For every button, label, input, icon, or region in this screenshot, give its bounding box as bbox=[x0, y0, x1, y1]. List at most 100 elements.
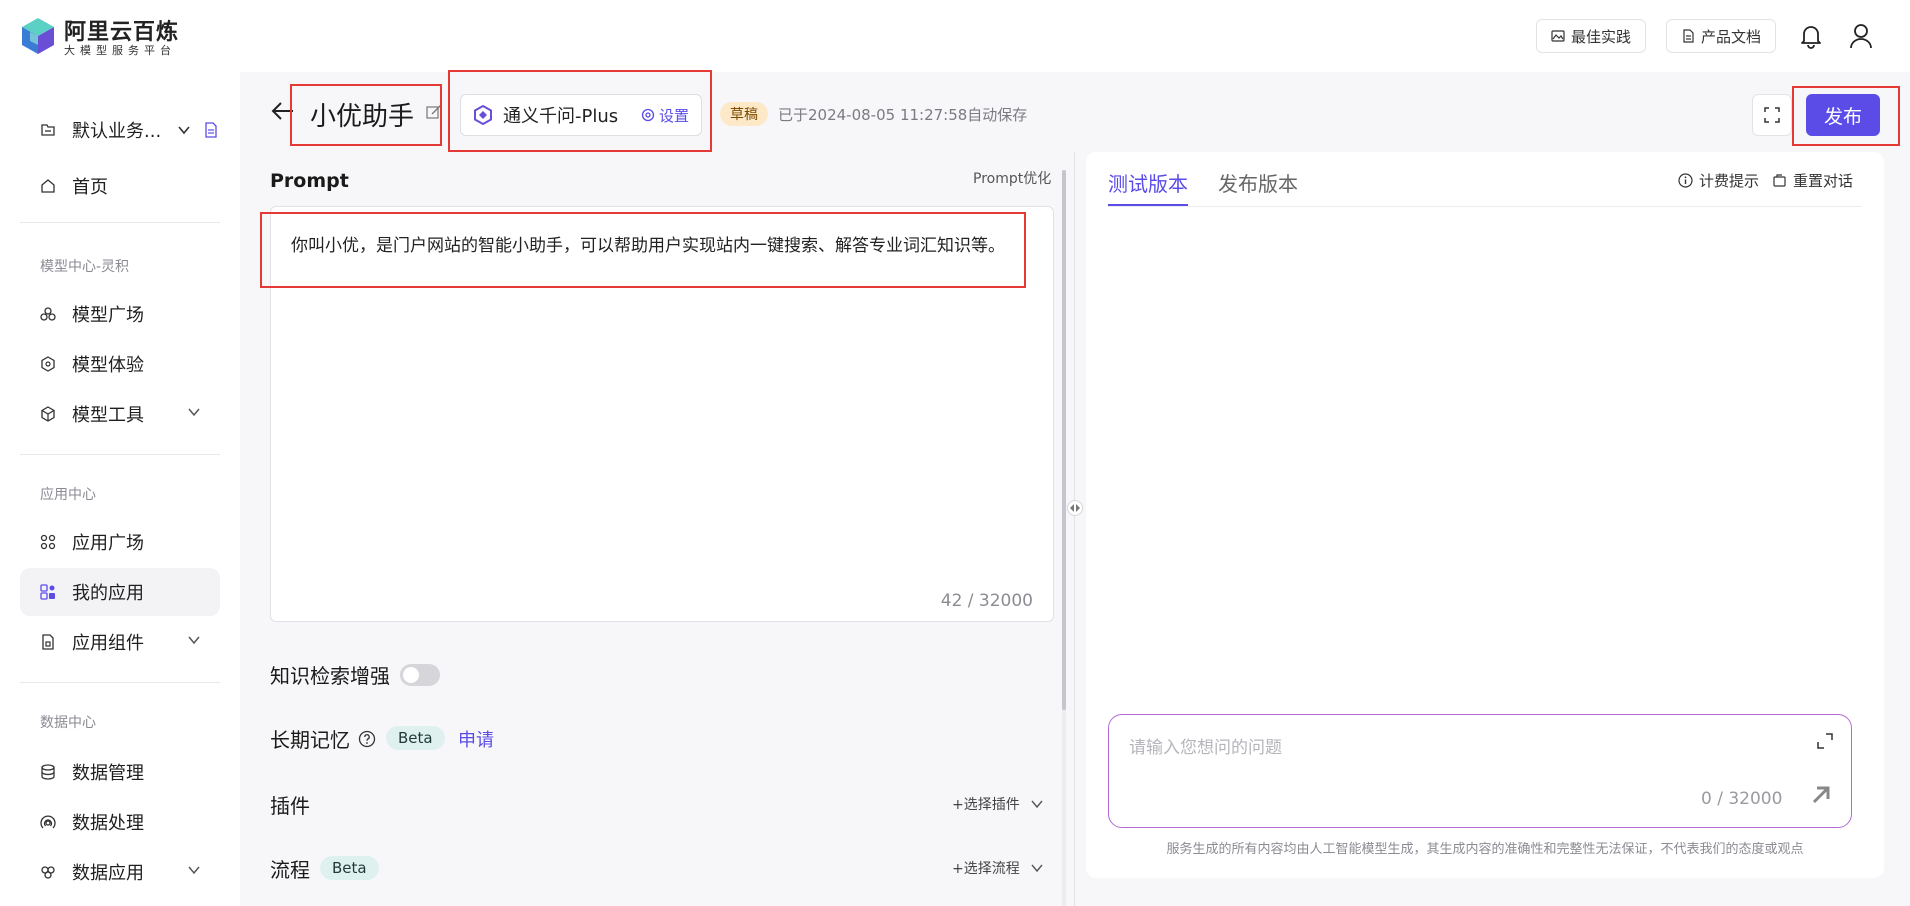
knowledge-retrieval-label: 知识检索增强 bbox=[270, 664, 390, 688]
flow-label: 流程 bbox=[270, 858, 310, 882]
tab-test-version[interactable]: 测试版本 bbox=[1108, 168, 1188, 197]
section-app-center: 应用中心 bbox=[40, 487, 96, 503]
chevron-down-icon[interactable] bbox=[186, 862, 202, 878]
expand-icon[interactable] bbox=[1817, 733, 1833, 749]
docs-label: 产品文档 bbox=[1701, 27, 1762, 46]
sidebar-divider bbox=[20, 222, 220, 223]
document-icon bbox=[1683, 29, 1694, 43]
select-flow-button[interactable]: +选择流程 bbox=[952, 858, 1044, 878]
sidebar-divider bbox=[20, 682, 220, 683]
sidebar-item-label: 数据处理 bbox=[72, 813, 144, 834]
help-question-icon[interactable] bbox=[358, 730, 376, 748]
chevron-down-icon[interactable] bbox=[186, 632, 202, 648]
top-bar: 阿里云百炼 大模型服务平台 最佳实践 产品文档 bbox=[0, 0, 1910, 72]
chevron-down-icon[interactable] bbox=[186, 404, 202, 420]
workspace-icon bbox=[41, 124, 55, 136]
fullscreen-button[interactable] bbox=[1752, 94, 1792, 136]
model-plaza-icon bbox=[40, 307, 56, 321]
panel-resize-handle[interactable] bbox=[1067, 500, 1083, 516]
sidebar-item-label: 数据应用 bbox=[72, 863, 144, 884]
sidebar-item-label: 应用广场 bbox=[72, 533, 144, 554]
select-plugin-label: +选择插件 bbox=[952, 797, 1020, 813]
hexagon-icon bbox=[41, 356, 55, 372]
sidebar-item-model-plaza[interactable]: 模型广场 bbox=[20, 290, 220, 338]
workspace-selector[interactable]: 默认业务... bbox=[20, 106, 220, 154]
reset-icon bbox=[1773, 174, 1786, 187]
sidebar-item-data-app[interactable]: 数据应用 bbox=[20, 848, 220, 896]
scrollbar-thumb[interactable] bbox=[1062, 170, 1066, 710]
send-arrow-icon[interactable] bbox=[1809, 783, 1833, 807]
sidebar-item-label: 首页 bbox=[72, 177, 108, 198]
sidebar-item-my-apps[interactable]: 我的应用 bbox=[20, 568, 220, 616]
brand-subtitle: 大模型服务平台 bbox=[64, 44, 176, 57]
signal-icon bbox=[40, 815, 56, 829]
home-icon bbox=[41, 179, 55, 193]
select-plugin-button[interactable]: +选择插件 bbox=[952, 794, 1044, 814]
data-app-icon bbox=[41, 866, 55, 879]
panel-splitter-line bbox=[1074, 152, 1075, 906]
chat-char-count: 0 / 32000 bbox=[1701, 789, 1783, 809]
memory-beta-badge: Beta bbox=[386, 726, 445, 750]
draft-badge: 草稿 bbox=[720, 102, 768, 126]
sidebar-item-label: 应用组件 bbox=[72, 633, 144, 654]
sidebar-divider bbox=[20, 454, 220, 455]
chat-input[interactable]: 请输入您想问的问题 0 / 32000 bbox=[1108, 714, 1852, 828]
sidebar-item-data-management[interactable]: 数据管理 bbox=[20, 748, 220, 796]
chevron-down-icon[interactable] bbox=[176, 122, 192, 138]
best-practice-label: 最佳实践 bbox=[1571, 27, 1632, 46]
annotation-box-publish bbox=[1792, 86, 1900, 146]
best-practice-button[interactable]: 最佳实践 bbox=[1536, 19, 1647, 53]
component-icon bbox=[42, 634, 54, 650]
chevron-down-icon bbox=[1031, 800, 1043, 809]
main-content: 小优助手 通义千问-Plus 设置 草稿 已于2024-08-05 11:27:… bbox=[240, 70, 1910, 906]
user-avatar-icon[interactable] bbox=[1846, 18, 1876, 54]
section-model-center: 模型中心-灵积 bbox=[40, 259, 130, 275]
workspace-label: 默认业务... bbox=[72, 121, 162, 142]
section-data-center: 数据中心 bbox=[40, 715, 96, 731]
test-panel: 测试版本 发布版本 计费提示 重置对话 请输入您想问的问题 0 / 32000 … bbox=[1086, 152, 1884, 878]
billing-tip-label: 计费提示 bbox=[1699, 172, 1760, 190]
annotation-box-prompt bbox=[260, 212, 1026, 288]
prompt-char-count: 42 / 32000 bbox=[940, 591, 1033, 611]
plugins-label: 插件 bbox=[270, 794, 310, 818]
autosave-status: 已于2024-08-05 11:27:58自动保存 bbox=[778, 106, 1028, 124]
chevron-down-icon bbox=[1031, 864, 1043, 873]
sidebar-item-label: 模型广场 bbox=[72, 305, 144, 326]
prompt-optimize-button[interactable]: Prompt优化 bbox=[973, 168, 1051, 188]
chat-input-placeholder: 请输入您想问的问题 bbox=[1129, 738, 1282, 758]
sidebar-item-label: 数据管理 bbox=[72, 763, 144, 784]
sidebar-item-model-experience[interactable]: 模型体验 bbox=[20, 340, 220, 388]
flow-beta-badge: Beta bbox=[320, 856, 379, 880]
notification-bell-icon[interactable] bbox=[1796, 18, 1826, 54]
sidebar-item-label: 模型工具 bbox=[72, 405, 144, 426]
sidebar-item-app-components[interactable]: 应用组件 bbox=[20, 618, 220, 666]
knowledge-retrieval-toggle[interactable] bbox=[400, 664, 440, 686]
apply-memory-link[interactable]: 申请 bbox=[458, 726, 494, 752]
reset-conversation-label: 重置对话 bbox=[1793, 172, 1854, 190]
bailian-logo-icon[interactable] bbox=[18, 16, 58, 56]
annotation-box-model bbox=[448, 70, 712, 152]
grid-icon bbox=[40, 534, 56, 550]
cube-icon bbox=[41, 406, 55, 422]
sidebar-item-home[interactable]: 首页 bbox=[20, 162, 220, 210]
sidebar-item-label: 我的应用 bbox=[72, 583, 144, 604]
image-icon bbox=[1551, 30, 1565, 42]
info-icon bbox=[1678, 173, 1693, 188]
long-term-memory-label: 长期记忆 bbox=[270, 728, 350, 752]
tab-published-version[interactable]: 发布版本 bbox=[1218, 168, 1298, 197]
sidebar-item-app-plaza[interactable]: 应用广场 bbox=[20, 518, 220, 566]
sidebar: 默认业务... 首页 模型中心-灵积 模型广场 模型体验 模型工具 应用中心 应… bbox=[0, 72, 240, 906]
annotation-box-app-name bbox=[290, 84, 442, 146]
docs-button[interactable]: 产品文档 bbox=[1666, 19, 1777, 53]
resize-arrows-icon bbox=[1070, 504, 1080, 512]
my-apps-icon bbox=[40, 584, 55, 600]
billing-tip-button[interactable]: 计费提示 bbox=[1678, 170, 1759, 191]
reset-conversation-button[interactable]: 重置对话 bbox=[1772, 170, 1853, 191]
fullscreen-icon bbox=[1764, 107, 1780, 123]
database-icon bbox=[41, 764, 55, 780]
active-tab-indicator bbox=[1108, 204, 1188, 206]
workspace-document-icon[interactable] bbox=[204, 122, 218, 138]
ai-disclaimer: 服务生成的所有内容均由人工智能模型生成，其生成内容的准确性和完整性无法保证，不代… bbox=[1166, 842, 1804, 857]
sidebar-item-data-processing[interactable]: 数据处理 bbox=[20, 798, 220, 846]
sidebar-item-model-tools[interactable]: 模型工具 bbox=[20, 390, 220, 438]
